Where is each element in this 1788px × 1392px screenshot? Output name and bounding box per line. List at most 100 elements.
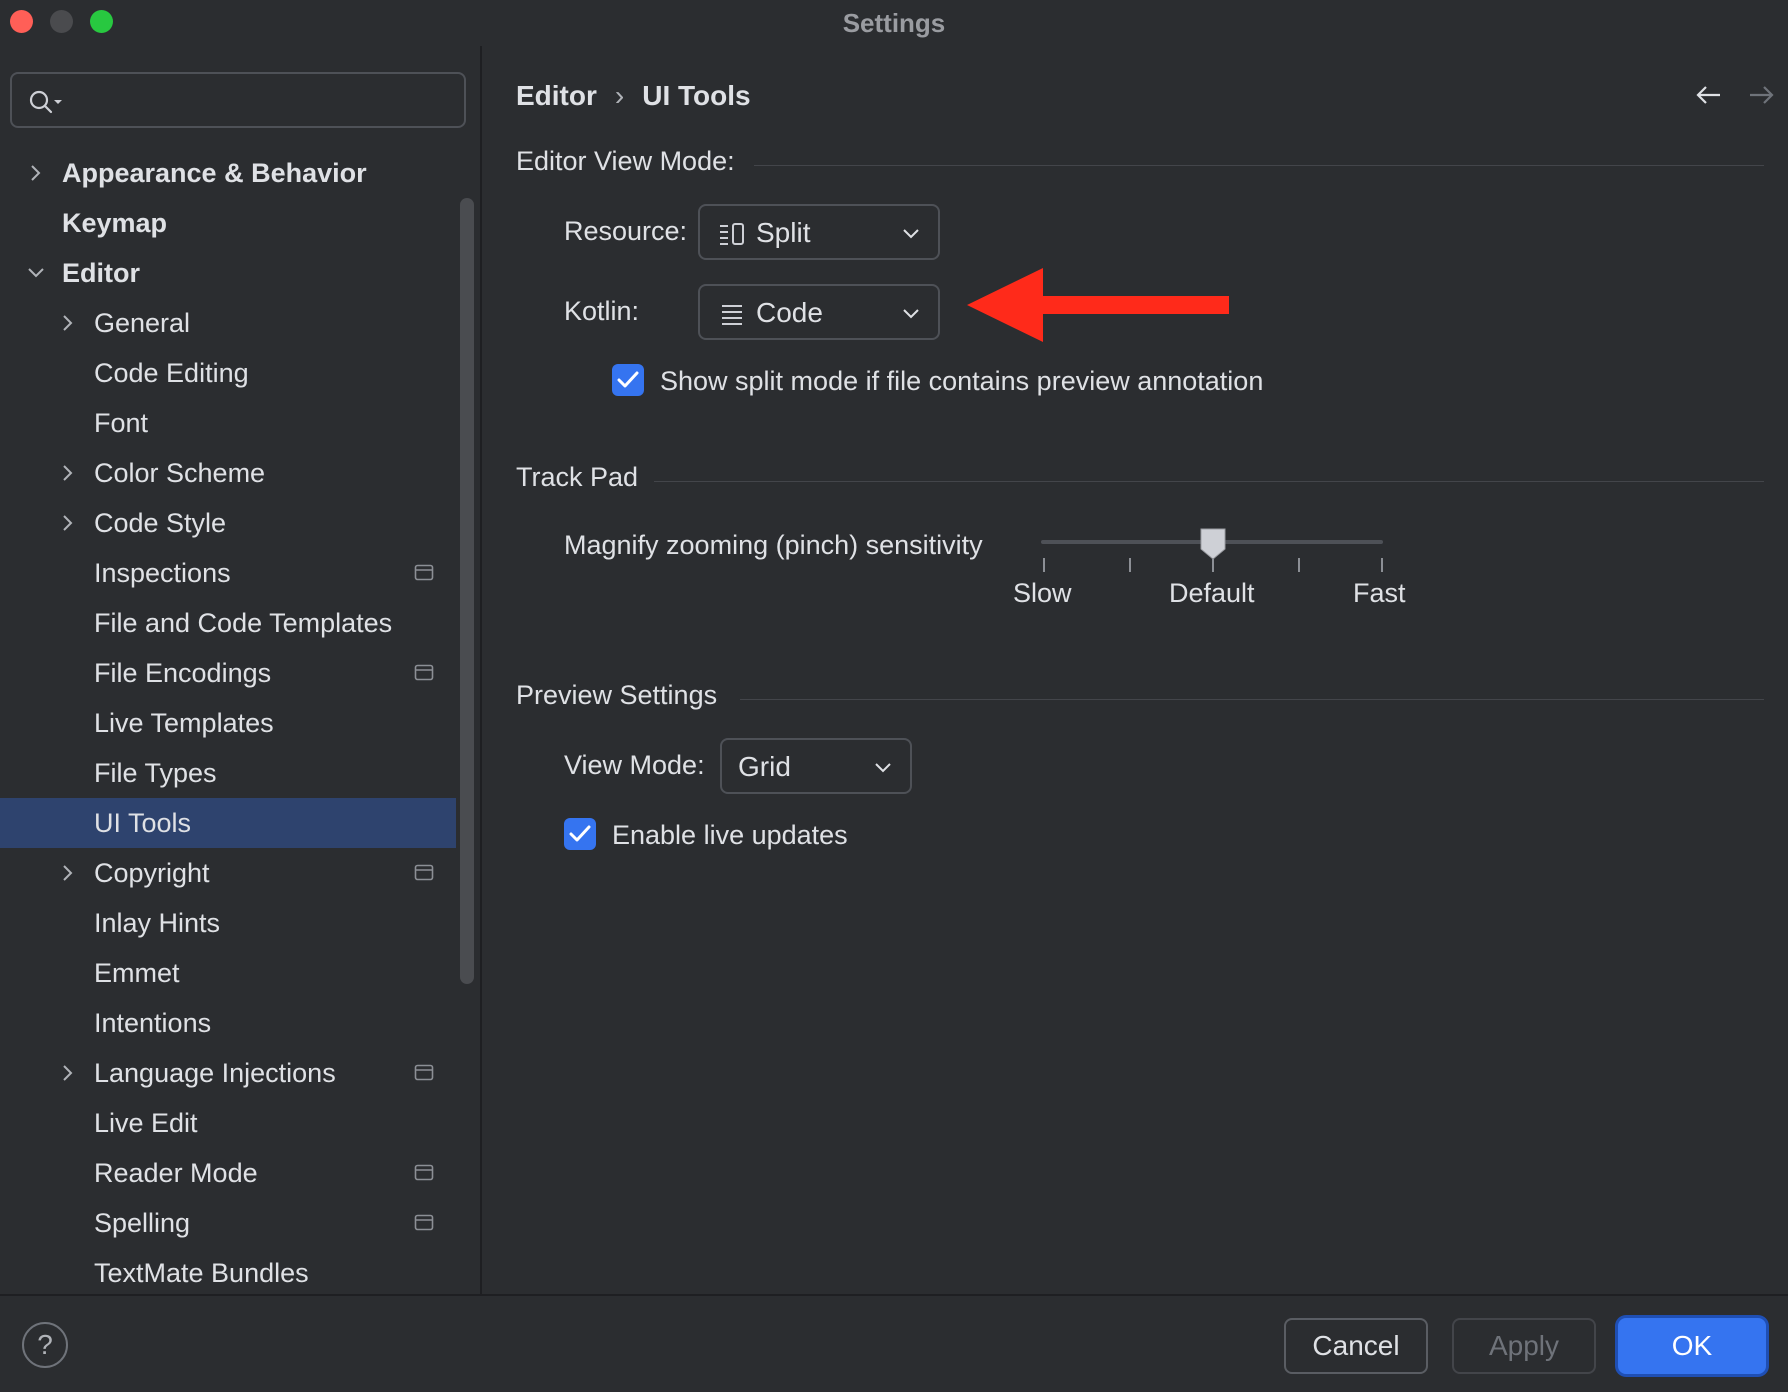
sidebar-item-copyright[interactable]: Copyright (0, 848, 456, 898)
slider-thumb[interactable] (1199, 527, 1227, 561)
sidebar-item-editor[interactable]: Editor (0, 248, 456, 298)
sidebar-item-label: File Encodings (94, 658, 272, 688)
resource-label: Resource: (564, 216, 688, 246)
project-level-icon (414, 1214, 434, 1231)
preview-view-mode-dropdown[interactable]: Grid (720, 738, 912, 794)
cancel-button[interactable]: Cancel (1284, 1318, 1428, 1374)
sidebar-item-label: File Types (94, 758, 217, 788)
checkmark-icon (617, 371, 639, 388)
search-input[interactable] (10, 72, 466, 128)
kotlin-view-mode-dropdown[interactable]: Code (698, 284, 940, 340)
slider-label-default: Default (1169, 578, 1255, 608)
slider-tick (1298, 558, 1300, 572)
section-divider (740, 699, 1764, 700)
sidebar-item-label: Editor (62, 258, 140, 288)
enable-live-updates-label[interactable]: Enable live updates (612, 820, 848, 851)
sidebar-item-code-editing[interactable]: Code Editing (0, 348, 456, 398)
sidebar-item-language-injections[interactable]: Language Injections (0, 1048, 456, 1098)
chevron-right-icon[interactable] (58, 1063, 78, 1083)
sidebar-item-intentions[interactable]: Intentions (0, 998, 456, 1048)
resource-value: Split (756, 217, 811, 248)
sidebar-item-live-templates[interactable]: Live Templates (0, 698, 456, 748)
slider-tick (1129, 558, 1131, 572)
sidebar-item-label: Font (94, 408, 149, 438)
sidebar-item-emmet[interactable]: Emmet (0, 948, 456, 998)
sidebar-item-label: Spelling (94, 1208, 191, 1238)
split-view-icon (720, 223, 744, 245)
sidebar-item-inlay-hints[interactable]: Inlay Hints (0, 898, 456, 948)
slider-tick (1212, 558, 1214, 572)
sidebar-item-label: General (94, 308, 191, 338)
section-divider (754, 165, 1764, 166)
sidebar-item-font[interactable]: Font (0, 398, 456, 448)
sidebar-item-label: File and Code Templates (94, 608, 393, 638)
show-split-mode-label[interactable]: Show split mode if file contains preview… (660, 366, 1263, 397)
kotlin-label: Kotlin: (564, 296, 640, 326)
sidebar-item-label: Intentions (94, 1008, 212, 1038)
settings-content: Editor › UI Tools Editor View Mode: Resour… (484, 46, 1788, 1294)
kotlin-value: Code (756, 297, 823, 328)
sidebar-item-file-and-code-templates[interactable]: File and Code Templates (0, 598, 456, 648)
chevron-down-icon[interactable] (26, 263, 46, 283)
slider-label-slow: Slow (1013, 578, 1072, 608)
project-level-icon (414, 864, 434, 881)
breadcrumb-editor[interactable]: Editor (516, 80, 597, 112)
ok-button[interactable]: OK (1618, 1318, 1766, 1374)
magnify-sensitivity-label: Magnify zooming (pinch) sensitivity (564, 530, 983, 560)
preview-settings-title: Preview Settings (516, 680, 718, 710)
chevron-right-icon[interactable] (58, 513, 78, 533)
sidebar-item-label: Code Editing (94, 358, 249, 388)
chevron-right-icon[interactable] (26, 163, 46, 183)
chevron-right-icon[interactable] (58, 313, 78, 333)
chevron-down-icon (875, 763, 891, 773)
back-arrow-icon[interactable] (1694, 82, 1724, 108)
forward-arrow-icon[interactable] (1746, 82, 1776, 108)
sidebar-item-reader-mode[interactable]: Reader Mode (0, 1148, 456, 1198)
sidebar-item-code-style[interactable]: Code Style (0, 498, 456, 548)
sidebar-scrollbar[interactable] (460, 198, 474, 984)
sidebar-item-textmate-bundles[interactable]: TextMate Bundles (0, 1248, 456, 1298)
sidebar-item-label: TextMate Bundles (94, 1258, 309, 1288)
sidebar-item-label: Language Injections (94, 1058, 336, 1088)
sidebar-item-appearance-behavior[interactable]: Appearance & Behavior (0, 148, 456, 198)
sidebar-item-ui-tools[interactable]: UI Tools (0, 798, 456, 848)
slider-tick (1043, 558, 1045, 572)
sidebar-item-file-encodings[interactable]: File Encodings (0, 648, 456, 698)
view-mode-label: View Mode: (564, 750, 705, 780)
sidebar-item-live-edit[interactable]: Live Edit (0, 1098, 456, 1148)
slider-tick (1381, 558, 1383, 572)
sidebar-item-label: UI Tools (94, 808, 192, 838)
code-view-icon (722, 305, 742, 325)
section-divider (654, 481, 1764, 482)
show-split-mode-checkbox[interactable] (612, 364, 644, 396)
sidebar-item-label: Copyright (94, 858, 210, 888)
help-button[interactable]: ? (22, 1322, 68, 1368)
view-mode-value: Grid (738, 751, 791, 782)
resource-view-mode-dropdown[interactable]: Split (698, 204, 940, 260)
chevron-right-icon[interactable] (58, 463, 78, 483)
sidebar-item-label: Inspections (94, 558, 231, 588)
sidebar-item-color-scheme[interactable]: Color Scheme (0, 448, 456, 498)
breadcrumb-current: UI Tools (642, 80, 751, 111)
chevron-down-icon (903, 229, 919, 239)
project-level-icon (414, 564, 434, 581)
track-pad-title: Track Pad (516, 462, 639, 492)
project-level-icon (414, 664, 434, 681)
chevron-right-icon[interactable] (58, 863, 78, 883)
sidebar-item-label: Inlay Hints (94, 908, 221, 938)
enable-live-updates-checkbox[interactable] (564, 818, 596, 850)
sidebar-item-label: Reader Mode (94, 1158, 258, 1188)
sidebar-item-spelling[interactable]: Spelling (0, 1198, 456, 1248)
sidebar-item-label: Live Edit (94, 1108, 198, 1138)
sidebar-item-file-types[interactable]: File Types (0, 748, 456, 798)
editor-view-mode-title: Editor View Mode: (516, 146, 735, 176)
breadcrumb: Editor › UI Tools (516, 80, 751, 112)
checkmark-icon (569, 825, 591, 842)
sidebar-item-inspections[interactable]: Inspections (0, 548, 456, 598)
apply-button[interactable]: Apply (1452, 1318, 1596, 1374)
breadcrumb-separator: › (614, 80, 625, 111)
sidebar-item-keymap[interactable]: Keymap (0, 198, 456, 248)
project-level-icon (414, 1064, 434, 1081)
sidebar-item-general[interactable]: General (0, 298, 456, 348)
slider-label-fast: Fast (1353, 578, 1406, 608)
